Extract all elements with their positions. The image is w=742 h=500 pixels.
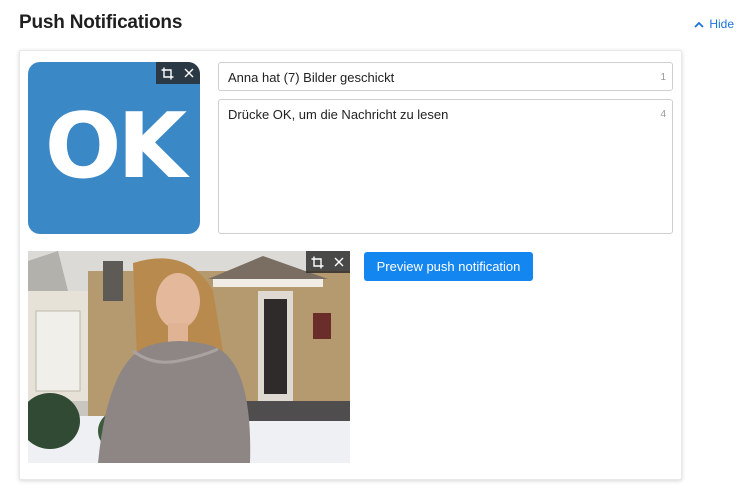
body-char-counter: 4 [660, 109, 666, 120]
notification-body-textarea[interactable]: Drücke OK, um die Nachricht zu lesen 4 [218, 99, 673, 234]
hide-label: Hide [709, 17, 734, 31]
large-image-toolbar [306, 251, 350, 273]
close-icon[interactable] [328, 251, 350, 273]
close-icon[interactable] [178, 62, 200, 84]
notification-title-input[interactable]: Anna hat (7) Bilder geschickt 1 [218, 62, 673, 91]
notification-body-value: Drücke OK, um die Nachricht zu lesen [228, 107, 449, 122]
title-char-counter: 1 [660, 72, 666, 83]
chevron-up-icon [694, 21, 704, 28]
notification-title-value: Anna hat (7) Bilder geschickt [228, 70, 395, 85]
icon-image-text: OK [44, 94, 187, 199]
large-image-photo [28, 251, 350, 463]
preview-push-notification-button[interactable]: Preview push notification [364, 252, 533, 281]
hide-toggle[interactable]: Hide [694, 17, 734, 31]
notification-icon-image: OK [28, 62, 200, 234]
crop-icon[interactable] [306, 251, 328, 273]
icon-image-toolbar [156, 62, 200, 84]
page-title: Push Notifications [19, 12, 183, 33]
crop-icon[interactable] [156, 62, 178, 84]
notification-large-image [28, 251, 350, 463]
push-notification-card: OK Anna hat (7) Bilder geschickt 1 Drück… [19, 50, 682, 480]
